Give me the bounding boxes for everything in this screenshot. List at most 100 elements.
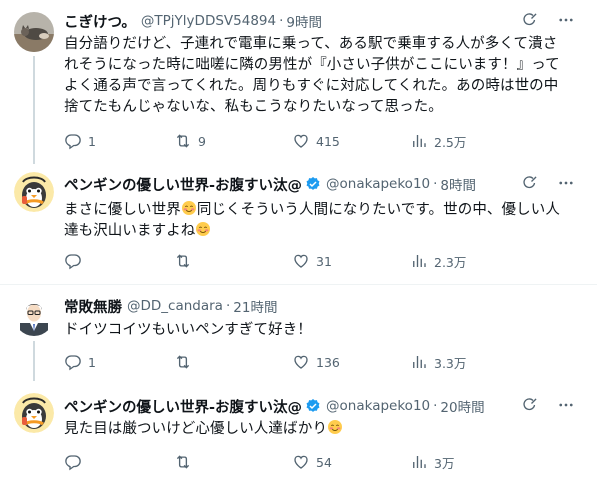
tweet-text-line: 見た目は厳ついけど心優しい人達ばかり: [64, 419, 577, 440]
grok-icon[interactable]: [521, 396, 539, 414]
reply-icon: [64, 353, 82, 371]
reply-icon: [64, 132, 82, 150]
like-button[interactable]: 136: [292, 353, 410, 371]
text-segment: 同じくそういう人間になりたいです。世の中、優しい人: [196, 202, 560, 218]
user-handle[interactable]: @TPjYlyDDSV54894: [141, 13, 276, 29]
reply-button[interactable]: [56, 453, 174, 471]
text-segment: まさに優しい世界: [64, 202, 181, 218]
tweet-header: ペンギンの優しい世界-お腹すい汰@ @onakapeko10 · 8時間: [64, 174, 589, 194]
views-bar-chart-icon: [410, 252, 428, 270]
more-icon[interactable]: [557, 174, 575, 192]
tweet-2[interactable]: ペンギンの優しい世界-お腹すい汰@ @onakapeko10 · 8時間 まさに…: [0, 164, 597, 284]
more-icon[interactable]: [557, 396, 575, 414]
tweet-4[interactable]: ペンギンの優しい世界-お腹すい汰@ @onakapeko10 · 20時間 見た…: [0, 385, 597, 483]
user-handle[interactable]: @DD_candara: [127, 298, 223, 314]
like-count: 31: [316, 253, 332, 269]
views-count: 3.3万: [434, 355, 467, 371]
views-button[interactable]: 3万: [410, 453, 528, 472]
views-count: 3万: [434, 455, 455, 471]
like-count: 54: [316, 454, 332, 470]
reply-count: 1: [88, 133, 96, 149]
action-bar: 54 3万: [56, 452, 528, 472]
tweet-3[interactable]: 常敗無勝 @DD_candara · 21時間 ドイツコイツもいいペンすぎて好き…: [0, 285, 597, 381]
views-count: 2.3万: [434, 254, 467, 270]
views-count: 2.5万: [434, 134, 467, 150]
retweet-icon: [174, 132, 192, 150]
retweet-icon: [174, 453, 192, 471]
tweet-text-line: よく通る声で言ってくれた。周りもすぐに対応してくれた。あの時は世の中: [64, 78, 559, 94]
verified-badge-icon: [305, 398, 321, 414]
reply-button[interactable]: 1: [56, 353, 174, 371]
heart-icon: [292, 132, 310, 150]
like-button[interactable]: 31: [292, 252, 410, 270]
avatar[interactable]: [14, 296, 54, 336]
separator-dot: ·: [225, 298, 231, 314]
heart-icon: [292, 252, 310, 270]
smiling-blush-emoji: [195, 221, 211, 237]
reply-icon: [64, 453, 82, 471]
retweet-count: 9: [198, 133, 206, 149]
reply-icon: [64, 252, 82, 270]
avatar[interactable]: [14, 12, 54, 52]
avatar[interactable]: [14, 172, 54, 212]
tweet-text-line: 捨てたもんじゃないな、私もこうなりたいなって思った。: [64, 99, 443, 115]
like-button[interactable]: 415: [292, 132, 410, 150]
timestamp[interactable]: 21時間: [233, 296, 277, 316]
more-icon[interactable]: [557, 11, 575, 29]
like-count: 415: [316, 133, 340, 149]
display-name[interactable]: ペンギンの優しい世界-お腹すい汰@: [64, 396, 302, 417]
tweet-text: ドイツコイツもいいペンすぎて好き！: [64, 320, 577, 341]
tweet-header: こぎけつ。 @TPjYlyDDSV54894 · 9時間: [64, 11, 589, 31]
avatar[interactable]: [14, 393, 54, 433]
tweet-1[interactable]: こぎけつ。 @TPjYlyDDSV54894 · 9時間 自分語りだけど、子連れ…: [0, 0, 597, 164]
timestamp[interactable]: 8時間: [440, 174, 476, 194]
action-bar: 31 2.3万: [56, 251, 528, 271]
separator-dot: ·: [279, 13, 284, 29]
action-bar: 1 136 3.3万: [56, 352, 528, 372]
tweet-text: 見た目は厳ついけど心優しい人達ばかり: [64, 419, 577, 440]
views-bar-chart-icon: [410, 453, 428, 471]
display-name[interactable]: 常敗無勝: [64, 296, 122, 317]
views-bar-chart-icon: [410, 353, 428, 371]
views-button[interactable]: 2.5万: [410, 132, 528, 151]
like-count: 136: [316, 354, 340, 370]
separator-dot: ·: [433, 398, 438, 414]
tweet-text-line: 達も沢山いますよね: [64, 221, 577, 242]
tweet-header: ペンギンの優しい世界-お腹すい汰@ @onakapeko10 · 20時間: [64, 396, 589, 416]
retweet-icon: [174, 353, 192, 371]
like-button[interactable]: 54: [292, 453, 410, 471]
retweet-icon: [174, 252, 192, 270]
heart-icon: [292, 453, 310, 471]
thread-line: [33, 341, 35, 381]
grok-icon[interactable]: [521, 11, 539, 29]
timestamp[interactable]: 9時間: [286, 11, 322, 31]
heart-icon: [292, 353, 310, 371]
tweet-header: 常敗無勝 @DD_candara · 21時間: [64, 296, 589, 316]
user-handle[interactable]: @onakapeko10: [326, 176, 430, 192]
text-segment: 達も沢山いますよね: [64, 223, 196, 239]
display-name[interactable]: こぎけつ。: [64, 11, 136, 32]
tweet-text-line: れそうになった時に咄嗟に隣の男性が『小さい子供がここにいます！』って: [64, 57, 560, 73]
tweet-text-line: ドイツコイツもいいペンすぎて好き！: [64, 322, 312, 338]
smiling-blush-emoji: [327, 419, 343, 435]
tweet-text: 自分語りだけど、子連れで電車に乗って、ある駅で乗車する人が多くて潰さ れそうにな…: [64, 34, 577, 118]
user-handle[interactable]: @onakapeko10: [326, 398, 430, 414]
retweet-button[interactable]: [174, 353, 292, 371]
thread-line: [33, 56, 35, 164]
views-bar-chart-icon: [410, 132, 428, 150]
tweet-text-line: まさに優しい世界 同じくそういう人間になりたいです。世の中、優しい人: [64, 200, 577, 221]
retweet-button[interactable]: [174, 453, 292, 471]
smiling-blush-emoji: [181, 200, 197, 216]
timestamp[interactable]: 20時間: [440, 396, 484, 416]
retweet-button[interactable]: 9: [174, 132, 292, 150]
tweet-text: まさに優しい世界 同じくそういう人間になりたいです。世の中、優しい人 達も沢山いま…: [64, 200, 577, 242]
views-button[interactable]: 2.3万: [410, 252, 528, 271]
grok-icon[interactable]: [521, 174, 539, 192]
display-name[interactable]: ペンギンの優しい世界-お腹すい汰@: [64, 174, 302, 195]
text-segment: 見た目は厳ついけど心優しい人達ばかり: [64, 421, 328, 437]
retweet-button[interactable]: [174, 252, 292, 270]
verified-badge-icon: [305, 176, 321, 192]
reply-button[interactable]: 1: [56, 132, 174, 150]
reply-button[interactable]: [56, 252, 174, 270]
views-button[interactable]: 3.3万: [410, 353, 528, 372]
